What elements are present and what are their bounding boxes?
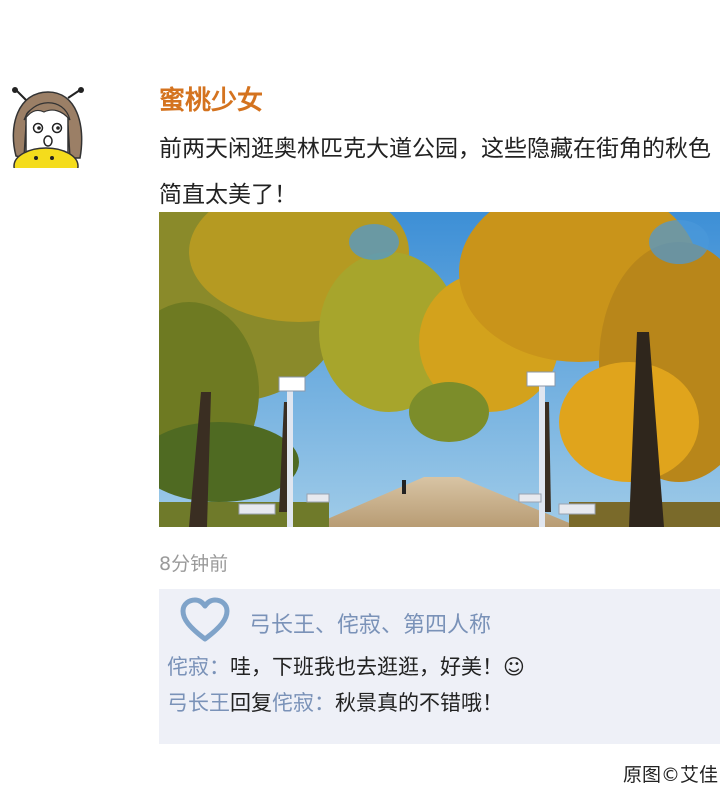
like-names[interactable]: 弓长王、侘寂、第四人称 <box>249 607 491 639</box>
reply-word: 回复 <box>230 691 272 715</box>
heart-icon[interactable] <box>179 597 231 643</box>
comment-separator: ： <box>209 655 230 679</box>
post-photo[interactable] <box>159 212 720 527</box>
autumn-avenue-image <box>159 212 720 527</box>
avatar-illustration <box>12 87 84 168</box>
comment-text: 秋景真的不错哦！ <box>335 691 503 715</box>
avatar[interactable] <box>8 86 86 168</box>
post-timestamp: 8分钟前 <box>159 553 229 575</box>
comment-item[interactable]: 侘寂：哇，下班我也去逛逛，好美！☺ <box>167 651 525 681</box>
comment-separator: ： <box>314 691 335 715</box>
reply-target[interactable]: 侘寂 <box>272 691 314 715</box>
comment-author[interactable]: 弓长王 <box>167 691 230 715</box>
author-name[interactable]: 蜜桃少女 <box>159 80 263 117</box>
post-text: 前两天闲逛奥林匹克大道公园，这些隐藏在街角的秋色简直太美了！ <box>159 136 711 208</box>
comment-author[interactable]: 侘寂 <box>167 655 209 679</box>
comment-item[interactable]: 弓长王回复侘寂：秋景真的不错哦！ <box>167 687 503 717</box>
image-credit: 原图©艾佳 <box>622 764 718 786</box>
comment-section: 弓长王、侘寂、第四人称 侘寂：哇，下班我也去逛逛，好美！☺ 弓长王回复侘寂：秋景… <box>159 589 720 744</box>
comment-text: 哇，下班我也去逛逛，好美！☺ <box>230 655 525 679</box>
